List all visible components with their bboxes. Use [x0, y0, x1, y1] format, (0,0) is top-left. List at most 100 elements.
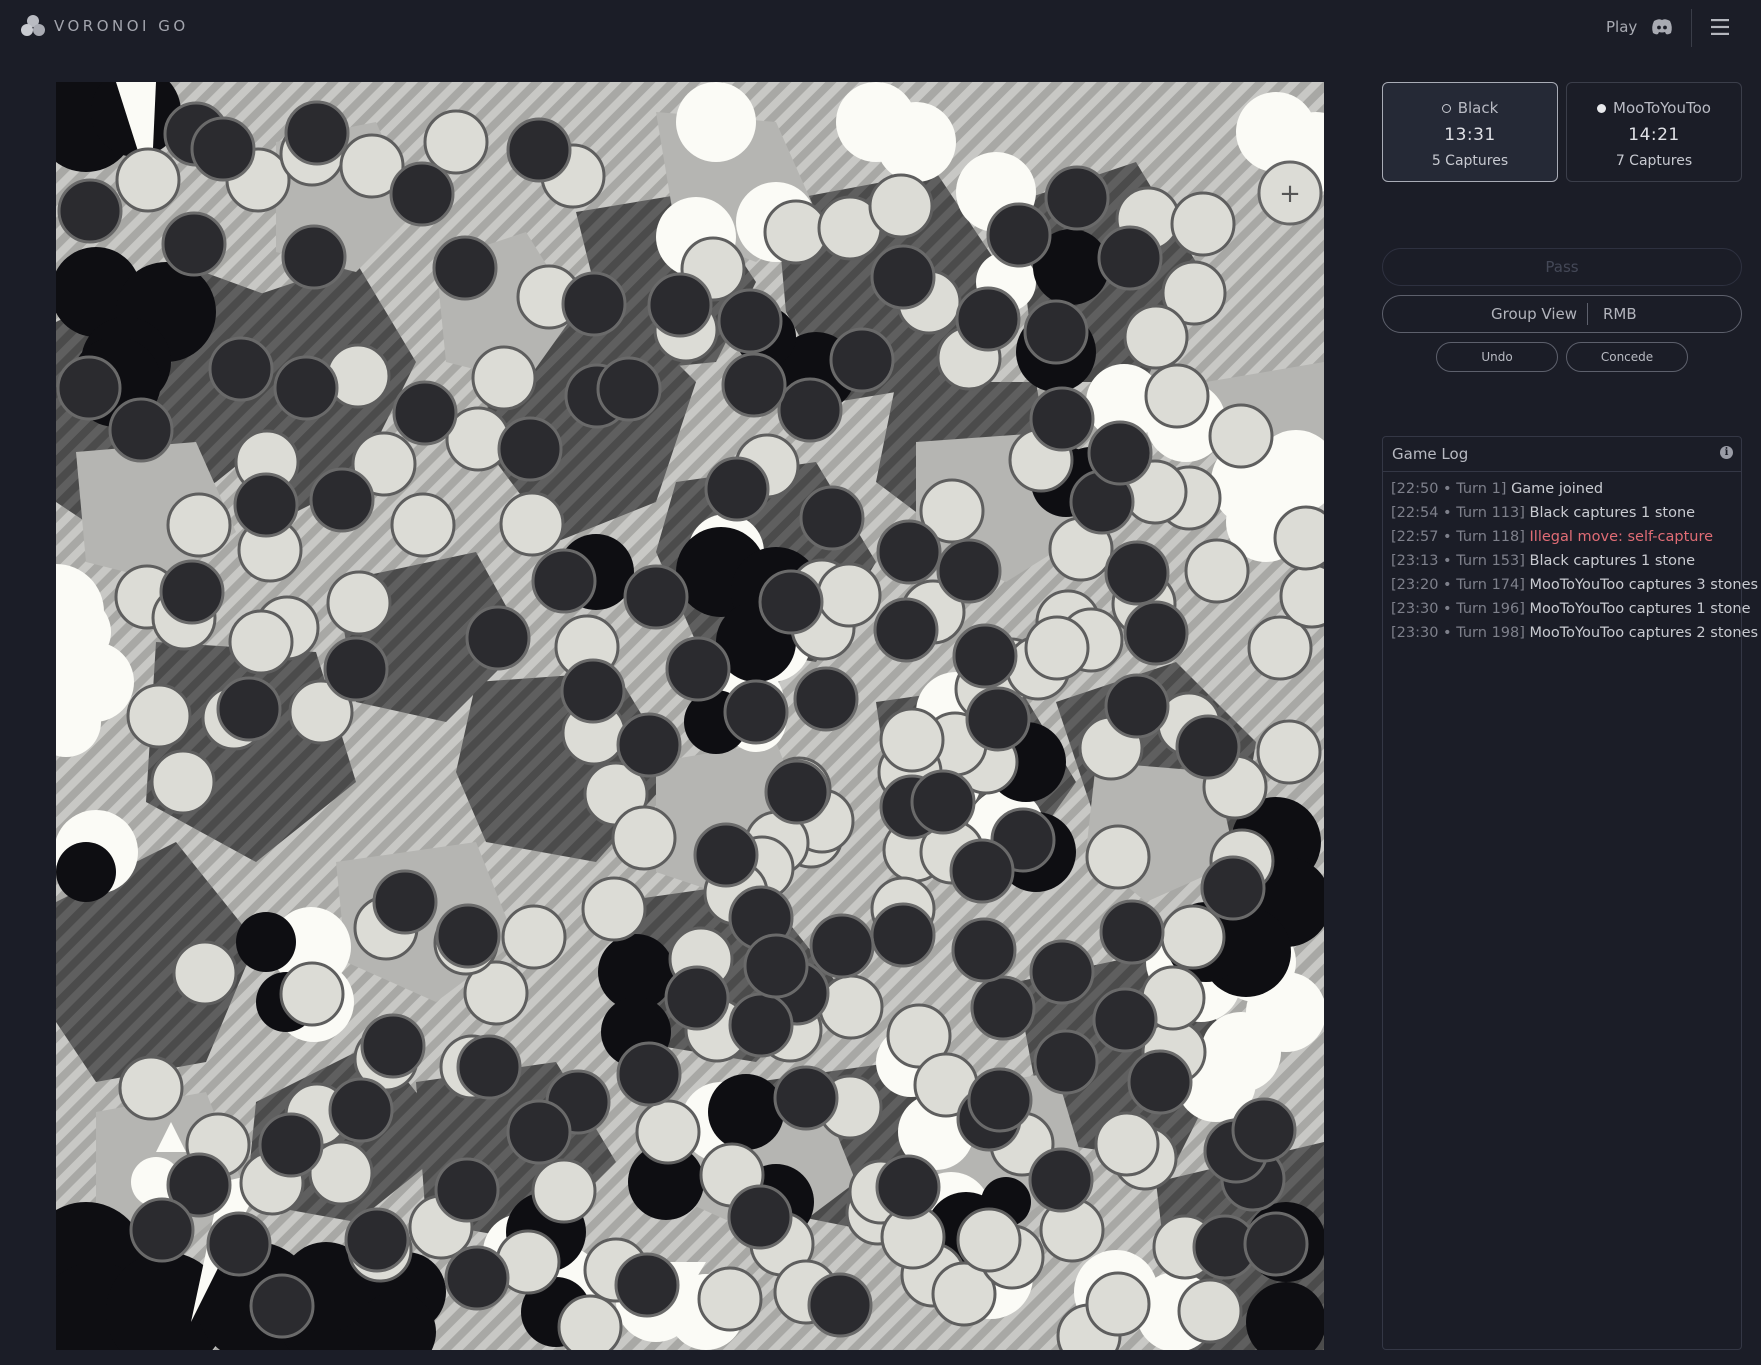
white-stone[interactable] [471, 345, 537, 411]
game-board[interactable]: + [56, 82, 1324, 1350]
white-stone[interactable] [763, 199, 829, 265]
group-view-toggle[interactable]: Group View RMB [1382, 295, 1742, 333]
black-stone[interactable] [809, 913, 875, 979]
black-stone[interactable] [216, 676, 282, 742]
group-view-label[interactable]: Group View [1491, 296, 1577, 332]
black-stone[interactable] [456, 1034, 522, 1100]
white-stone[interactable] [1160, 904, 1226, 970]
black-stone[interactable] [1099, 899, 1165, 965]
black-stone[interactable] [392, 380, 458, 446]
black-stone[interactable] [1123, 600, 1189, 666]
black-stone[interactable] [799, 485, 865, 551]
white-stone[interactable] [279, 961, 345, 1027]
white-stone[interactable] [501, 904, 567, 970]
black-stone[interactable] [1104, 540, 1170, 606]
black-stone[interactable] [190, 116, 256, 182]
black-stone[interactable] [432, 235, 498, 301]
black-stone[interactable] [616, 712, 682, 778]
black-stone[interactable] [723, 679, 789, 745]
black-stone[interactable] [793, 666, 859, 732]
rmb-label[interactable]: RMB [1603, 296, 1637, 332]
black-stone[interactable] [1023, 299, 1089, 365]
white-stone[interactable] [816, 562, 882, 628]
discord-icon[interactable] [1651, 17, 1673, 37]
black-stone[interactable] [57, 178, 123, 244]
white-stone[interactable] [956, 1207, 1022, 1273]
black-stone[interactable] [1231, 1097, 1297, 1163]
add-button[interactable]: + [1257, 160, 1323, 226]
black-stone[interactable] [967, 1067, 1033, 1133]
black-stone[interactable] [561, 271, 627, 337]
undo-button[interactable]: Undo [1436, 342, 1558, 372]
black-stone[interactable] [704, 456, 770, 522]
black-stone[interactable] [773, 1065, 839, 1131]
white-stone[interactable] [697, 1266, 763, 1332]
black-stone[interactable] [727, 1184, 793, 1250]
white-stone[interactable] [499, 491, 565, 557]
black-stone[interactable] [965, 686, 1031, 752]
black-stone[interactable] [258, 1112, 324, 1178]
black-stone[interactable] [389, 161, 455, 227]
black-stone[interactable] [1243, 1211, 1309, 1277]
white-stone[interactable] [1123, 304, 1189, 370]
white-stone[interactable] [531, 1158, 597, 1224]
white-stone[interactable] [126, 683, 192, 749]
black-stone[interactable] [506, 1099, 572, 1165]
black-stone[interactable] [56, 355, 122, 421]
black-stone[interactable] [233, 472, 299, 538]
white-stone[interactable] [228, 609, 294, 675]
black-stone[interactable] [616, 1041, 682, 1107]
white-stone[interactable] [115, 147, 181, 213]
black-stone[interactable] [1092, 987, 1158, 1053]
white-stone[interactable] [1085, 1271, 1151, 1337]
black-stone[interactable] [1097, 225, 1163, 291]
black-stone[interactable] [506, 117, 572, 183]
logo[interactable]: VORONOI GO [20, 14, 189, 38]
black-stone[interactable] [1127, 1049, 1193, 1115]
black-stone[interactable] [161, 211, 227, 277]
white-stone[interactable] [635, 1099, 701, 1165]
black-stone[interactable] [284, 100, 350, 166]
black-stone[interactable] [444, 1245, 510, 1311]
black-stone[interactable] [952, 623, 1018, 689]
black-stone[interactable] [693, 822, 759, 888]
black-stone[interactable] [434, 1157, 500, 1223]
white-stone[interactable] [1170, 191, 1236, 257]
black-stone[interactable] [951, 917, 1017, 983]
black-stone[interactable] [936, 538, 1002, 604]
black-stone[interactable] [1033, 1029, 1099, 1095]
black-stone[interactable] [328, 1077, 394, 1143]
black-stone[interactable] [208, 336, 274, 402]
white-stone[interactable] [868, 173, 934, 239]
black-stone[interactable] [717, 288, 783, 354]
black-stone[interactable] [758, 569, 824, 635]
white-stone[interactable] [1208, 403, 1274, 469]
black-stone[interactable] [206, 1211, 272, 1277]
black-stone[interactable] [807, 1272, 873, 1338]
white-stone[interactable] [818, 974, 884, 1040]
black-stone[interactable] [728, 992, 794, 1058]
white-stone[interactable] [581, 876, 647, 942]
black-stone[interactable] [614, 1252, 680, 1318]
white-stone[interactable] [423, 109, 489, 175]
black-stone[interactable] [1029, 386, 1095, 452]
white-stone[interactable] [1094, 1111, 1160, 1177]
black-stone[interactable] [108, 397, 174, 463]
black-stone[interactable] [344, 1207, 410, 1273]
black-stone[interactable] [465, 605, 531, 671]
black-stone[interactable] [1175, 714, 1241, 780]
white-stone[interactable] [118, 1055, 184, 1121]
black-stone[interactable] [129, 1197, 195, 1263]
white-stone[interactable] [1177, 1278, 1243, 1344]
nav-play-link[interactable]: Play [1606, 18, 1637, 36]
white-stone[interactable] [1144, 363, 1210, 429]
black-stone[interactable] [1029, 939, 1095, 1005]
black-stone[interactable] [1028, 1147, 1094, 1213]
black-stone[interactable] [1104, 673, 1170, 739]
black-stone[interactable] [531, 548, 597, 614]
black-stone[interactable] [873, 597, 939, 663]
black-stone[interactable] [323, 636, 389, 702]
black-stone[interactable] [281, 224, 347, 290]
white-stone[interactable] [166, 492, 232, 558]
black-stone[interactable] [870, 244, 936, 310]
